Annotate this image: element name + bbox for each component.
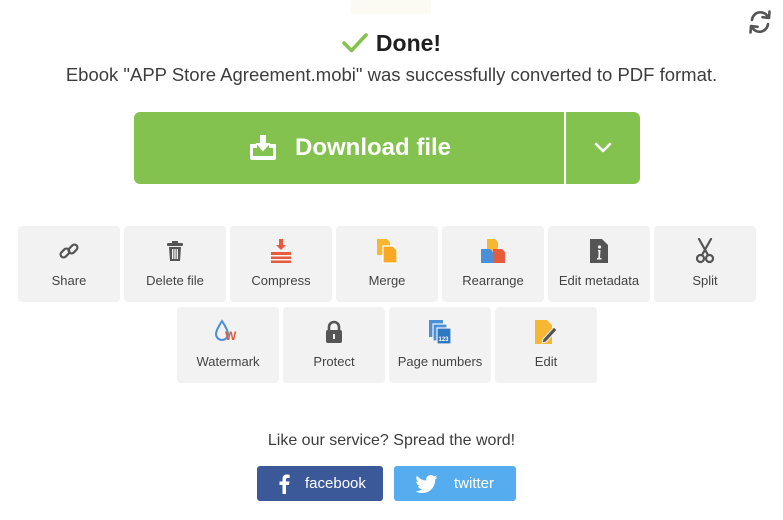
delete-file-tool[interactable]: Delete file xyxy=(124,226,226,302)
page-numbers-tool[interactable]: 123 Page numbers xyxy=(389,307,491,383)
download-options-button[interactable] xyxy=(566,112,640,184)
twitter-icon xyxy=(416,474,438,493)
info-document-icon xyxy=(590,239,608,263)
pencil-document-icon xyxy=(535,320,558,344)
svg-text:W: W xyxy=(225,329,237,343)
merge-tool-label: Merge xyxy=(368,273,406,288)
rearrange-tool[interactable]: Rearrange xyxy=(442,226,544,302)
done-label: Done! xyxy=(375,29,442,56)
delete-file-tool-label: Delete file xyxy=(146,273,204,288)
watermark-icon: W xyxy=(215,319,237,343)
compress-icon xyxy=(271,239,291,263)
facebook-label: facebook xyxy=(305,475,366,492)
conversion-message: Ebook "APP Store Agreement.mobi" was suc… xyxy=(65,64,718,85)
protect-tool-label: Protect xyxy=(313,354,355,369)
link-icon xyxy=(59,243,79,259)
merge-icon xyxy=(377,239,398,264)
facebook-share-button[interactable]: facebook xyxy=(257,466,383,501)
facebook-icon xyxy=(279,474,290,494)
trash-icon xyxy=(167,241,183,261)
rearrange-icon xyxy=(481,239,505,263)
checkmark-icon xyxy=(342,33,368,53)
merge-tool[interactable]: Merge xyxy=(336,226,438,302)
edit-metadata-tool-label: Edit metadata xyxy=(558,273,640,288)
split-tool[interactable]: Split xyxy=(654,226,756,302)
done-status: Done! xyxy=(0,26,783,60)
twitter-label: twitter xyxy=(454,475,495,492)
share-tool-label: Share xyxy=(51,273,87,288)
download-file-button[interactable]: Download file xyxy=(134,112,564,184)
download-file-label: Download file xyxy=(295,134,451,161)
edit-metadata-tool[interactable]: Edit metadata xyxy=(548,226,650,302)
compress-tool[interactable]: Compress xyxy=(230,226,332,302)
edit-tool-label: Edit xyxy=(534,354,558,369)
rearrange-tool-label: Rearrange xyxy=(462,273,524,288)
twitter-share-button[interactable]: twitter xyxy=(394,466,516,501)
share-tool[interactable]: Share xyxy=(18,226,120,302)
page-numbers-icon: 123 xyxy=(429,320,452,345)
page-numbers-tool-label: Page numbers xyxy=(397,354,483,369)
compress-tool-label: Compress xyxy=(251,273,311,288)
download-icon xyxy=(250,135,276,160)
watermark-tool-label: Watermark xyxy=(196,354,260,369)
chevron-down-icon xyxy=(594,142,612,153)
spread-the-word-text: Like our service? Spread the word! xyxy=(267,432,516,449)
protect-tool[interactable]: Protect xyxy=(283,307,385,383)
top-strip xyxy=(351,0,431,14)
watermark-tool[interactable]: W Watermark xyxy=(177,307,279,383)
edit-tool[interactable]: Edit xyxy=(495,307,597,383)
scissors-icon xyxy=(696,238,714,264)
svg-text:123: 123 xyxy=(439,337,450,343)
split-tool-label: Split xyxy=(692,273,718,288)
lock-icon xyxy=(326,320,342,343)
